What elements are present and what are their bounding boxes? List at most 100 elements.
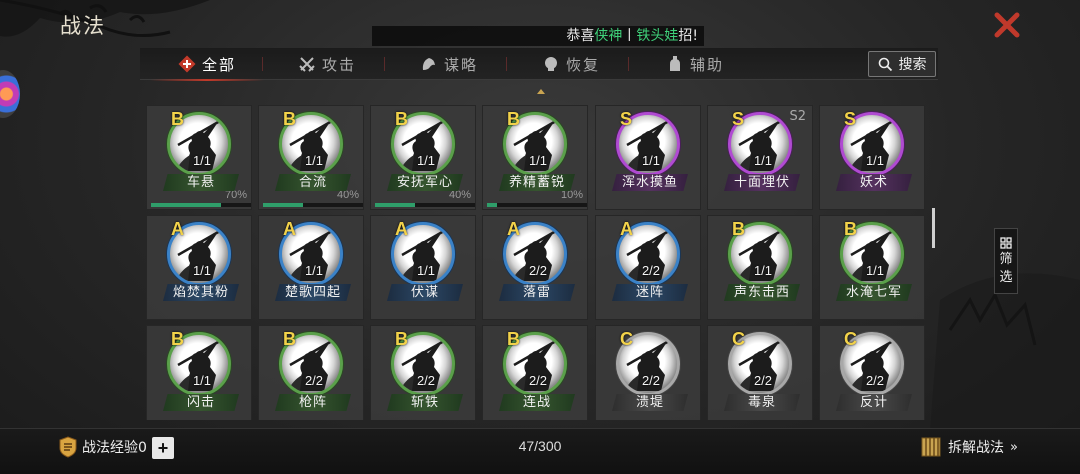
tactic-count: 47/300 bbox=[518, 438, 562, 454]
tab-divider bbox=[262, 57, 263, 71]
tab-assist[interactable]: 辅助 bbox=[666, 48, 724, 80]
tactic-name: 养精蓄锐 bbox=[499, 174, 575, 191]
exp-label: 战法经验0 bbox=[82, 440, 147, 456]
announcement-sep: 丨 bbox=[622, 28, 637, 44]
filter-button[interactable]: 筛 选 bbox=[994, 228, 1018, 294]
tactic-card[interactable]: B 1/1 声东击西 bbox=[707, 215, 813, 320]
tactic-card[interactable]: A 2/2 落雷 bbox=[482, 215, 588, 320]
grade-letter: A bbox=[395, 219, 408, 239]
tactic-name: 楚歌四起 bbox=[275, 284, 351, 301]
announcement-name2: 铁头娃 bbox=[636, 28, 679, 44]
grade-letter: S bbox=[620, 109, 633, 129]
tactic-card[interactable]: C 2/2 毒泉 bbox=[707, 325, 813, 420]
announcement-suffix: 招! bbox=[678, 28, 698, 44]
tactics-grid: B 1/1 车悬 70% B 1/1 合流 40% B 1/1 安抚军心 40% B 1/1 养精蓄锐 10%… bbox=[140, 96, 935, 420]
tactic-card[interactable]: B 2/2 连战 bbox=[482, 325, 588, 420]
tactic-card[interactable]: B 1/1 水淹七军 bbox=[819, 215, 925, 320]
search-label: 搜索 bbox=[898, 57, 927, 73]
grade-letter: B bbox=[171, 329, 184, 349]
tab-label: 辅助 bbox=[690, 55, 725, 74]
progress-fill bbox=[375, 203, 415, 207]
add-exp-button[interactable]: + bbox=[152, 437, 174, 459]
tab-label: 恢复 bbox=[566, 55, 601, 74]
progress-fill bbox=[487, 203, 497, 207]
grade-letter: B bbox=[844, 219, 857, 239]
tactic-card[interactable]: C 2/2 反计 bbox=[819, 325, 925, 420]
strategy-icon bbox=[422, 58, 435, 70]
recover-icon bbox=[545, 57, 557, 71]
tactic-card[interactable]: B 1/1 养精蓄锐 10% bbox=[482, 105, 588, 210]
page-title: 战法 bbox=[60, 14, 106, 38]
tactic-count-label: 1/1 bbox=[304, 263, 324, 278]
side-float-button[interactable] bbox=[0, 70, 20, 118]
grade-letter: B bbox=[395, 109, 408, 129]
grade-letter: C bbox=[620, 329, 633, 349]
progress-bar bbox=[263, 203, 363, 207]
tactic-name: 斩铁 bbox=[387, 394, 463, 411]
tab-all[interactable]: 全部 bbox=[149, 48, 265, 81]
tab-strategy[interactable]: 谋略 bbox=[420, 48, 478, 80]
grade-letter: B bbox=[283, 329, 296, 349]
tactic-name: 枪阵 bbox=[275, 394, 351, 411]
decompose-button[interactable]: 拆解战法 » bbox=[920, 436, 1018, 458]
tab-label: 谋略 bbox=[444, 55, 479, 74]
tactic-card[interactable]: C 2/2 溃堤 bbox=[595, 325, 701, 420]
tactic-exp: 战法经验0 bbox=[58, 436, 147, 458]
progress-fill bbox=[263, 203, 303, 207]
tactic-name: 合流 bbox=[275, 174, 351, 191]
tactic-name: 伏谋 bbox=[387, 284, 463, 301]
tactic-name: 反计 bbox=[836, 394, 912, 411]
tactic-card[interactable]: S 1/1 浑水摸鱼 bbox=[595, 105, 701, 210]
tactic-count-label: 1/1 bbox=[416, 263, 436, 278]
tactic-card[interactable]: A 1/1 伏谋 bbox=[370, 215, 476, 320]
tactic-card[interactable]: B 1/1 合流 40% bbox=[258, 105, 364, 210]
tactic-card[interactable]: B 2/2 枪阵 bbox=[258, 325, 364, 420]
tactic-card[interactable]: B 1/1 闪击 bbox=[146, 325, 252, 420]
tactic-card[interactable]: B 1/1 车悬 70% bbox=[146, 105, 252, 210]
decompose-icon bbox=[921, 437, 941, 457]
tactic-count-label: 2/2 bbox=[641, 263, 661, 278]
tactic-card[interactable]: A 1/1 楚歌四起 bbox=[258, 215, 364, 320]
grade-letter: B bbox=[732, 219, 745, 239]
grade-letter: C bbox=[844, 329, 857, 349]
tactic-count-label: 1/1 bbox=[865, 153, 885, 168]
tactic-count-label: 1/1 bbox=[304, 153, 324, 168]
tactic-card[interactable]: A 1/1 焰焚其粉 bbox=[146, 215, 252, 320]
tactic-name: 溃堤 bbox=[612, 394, 688, 411]
tab-recover[interactable]: 恢复 bbox=[542, 48, 600, 80]
search-button[interactable]: 搜索 bbox=[868, 51, 936, 77]
grade-letter: S bbox=[732, 109, 745, 129]
grade-letter: A bbox=[620, 219, 633, 239]
tactic-card[interactable]: B 2/2 斩铁 bbox=[370, 325, 476, 420]
close-button[interactable] bbox=[990, 8, 1024, 42]
tactic-count-label: 1/1 bbox=[528, 153, 548, 168]
announcement-prefix: 恭喜 bbox=[566, 28, 595, 44]
filter-icon bbox=[1000, 237, 1012, 249]
tactic-card[interactable]: A 2/2 迷阵 bbox=[595, 215, 701, 320]
tactic-name: 车悬 bbox=[163, 174, 239, 191]
tactic-count-label: 2/2 bbox=[528, 263, 548, 278]
category-tabbar: 全部 攻击 谋略 恢复 辅助 bbox=[140, 48, 938, 81]
scroll-up-indicator bbox=[537, 89, 545, 94]
announcement-marquee: 恭喜侠神丨铁头娃招! bbox=[372, 26, 704, 46]
tab-label: 全部 bbox=[202, 55, 237, 74]
scrollbar[interactable] bbox=[932, 208, 935, 248]
crossed-swords-icon bbox=[299, 57, 315, 72]
tactic-name: 安抚军心 bbox=[387, 174, 463, 191]
double-chevron-icon: » bbox=[1010, 439, 1018, 455]
tactic-count-label: 2/2 bbox=[641, 373, 661, 388]
progress-bar bbox=[487, 203, 587, 207]
tactic-count-label: 2/2 bbox=[528, 373, 548, 388]
grade-letter: A bbox=[507, 219, 520, 239]
filter-label-2: 选 bbox=[999, 270, 1013, 285]
tactic-card[interactable]: S S2 1/1 十面埋伏 bbox=[707, 105, 813, 210]
tactic-count-label: 2/2 bbox=[416, 373, 436, 388]
tactic-card[interactable]: S 1/1 妖术 bbox=[819, 105, 925, 210]
tactic-name: 水淹七军 bbox=[836, 284, 912, 301]
tab-divider bbox=[506, 57, 507, 71]
tab-attack[interactable]: 攻击 bbox=[298, 48, 356, 80]
tactic-card[interactable]: B 1/1 安抚军心 40% bbox=[370, 105, 476, 210]
grade-letter: B bbox=[507, 329, 520, 349]
tab-divider bbox=[628, 57, 629, 71]
tactic-name: 浑水摸鱼 bbox=[612, 174, 688, 191]
